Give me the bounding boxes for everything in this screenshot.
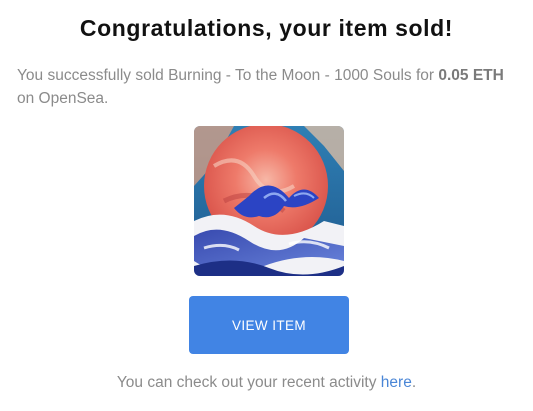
sale-price: 0.05 ETH [438, 67, 504, 84]
sale-message: You successfully sold Burning - To the M… [17, 64, 522, 110]
sale-notification-email: Congratulations, your item sold! You suc… [0, 0, 533, 411]
footer-text: You can check out your recent activity h… [0, 374, 533, 392]
item-name: Burning - To the Moon - 1000 Souls [168, 67, 412, 84]
view-item-button[interactable]: VIEW ITEM [189, 296, 349, 354]
recent-activity-link[interactable]: here [381, 374, 412, 391]
nft-artwork-image[interactable] [194, 126, 344, 276]
message-prefix: You successfully sold [17, 67, 169, 84]
page-title: Congratulations, your item sold! [79, 15, 454, 41]
footer-suffix: . [411, 374, 417, 391]
message-middle: for [411, 67, 439, 84]
message-suffix: on OpenSea. [17, 90, 109, 107]
footer-prefix: You can check out your recent activity [116, 374, 381, 391]
